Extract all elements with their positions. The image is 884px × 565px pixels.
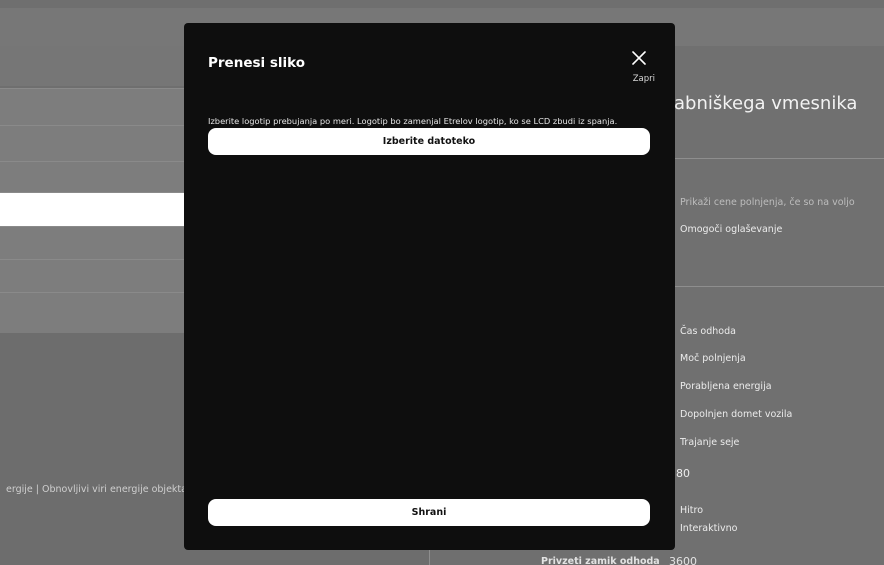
- option-show-charging-prices[interactable]: Prikaži cene polnjenja, če so na voljo: [680, 197, 855, 208]
- right-settings-panel: [674, 46, 884, 565]
- list-item[interactable]: Trajanje seje: [680, 437, 739, 448]
- option-fast[interactable]: Hitro: [680, 505, 703, 516]
- sidebar-item[interactable]: [0, 161, 184, 192]
- option-enable-advertising[interactable]: Omogoči oglaševanje: [680, 224, 782, 235]
- save-button[interactable]: Shrani: [208, 499, 650, 526]
- close-button[interactable]: Zapri: [621, 50, 655, 88]
- departure-offset-label: Privzeti zamik odhoda: [541, 556, 660, 565]
- list-item[interactable]: Porabljena energija: [680, 381, 772, 392]
- divider: [674, 158, 884, 159]
- upload-image-modal: Prenesi sliko Zapri Izberite logotip pre…: [184, 23, 675, 550]
- sidebar-item[interactable]: [0, 259, 184, 292]
- sidebar-item[interactable]: [0, 292, 184, 333]
- modal-title: Prenesi sliko: [208, 55, 306, 71]
- sidebar-item[interactable]: [0, 125, 184, 161]
- modal-description: Izberite logotip prebujanja po meri. Log…: [208, 116, 618, 126]
- list-item[interactable]: Moč polnjenja: [680, 353, 746, 364]
- sidebar-header: [0, 46, 184, 86]
- sidebar-item-selected[interactable]: [0, 192, 184, 226]
- list-item[interactable]: Čas odhoda: [680, 326, 736, 337]
- option-interactive[interactable]: Interaktivno: [680, 523, 737, 534]
- numeric-value: 80: [676, 467, 690, 480]
- sidebar-item[interactable]: [0, 226, 184, 259]
- footer-links[interactable]: ergije | Obnovljivi viri energije objekt…: [6, 484, 187, 495]
- choose-file-button[interactable]: Izberite datoteko: [208, 128, 650, 155]
- close-label: Zapri: [632, 74, 655, 84]
- close-icon: [632, 51, 646, 65]
- section-title: abniškega vmesnika: [674, 93, 858, 114]
- departure-offset-value[interactable]: 3600: [669, 555, 697, 565]
- divider: [429, 550, 430, 565]
- list-item[interactable]: Dopolnjen domet vozila: [680, 409, 792, 420]
- sidebar-item[interactable]: [0, 88, 184, 125]
- divider: [674, 286, 884, 287]
